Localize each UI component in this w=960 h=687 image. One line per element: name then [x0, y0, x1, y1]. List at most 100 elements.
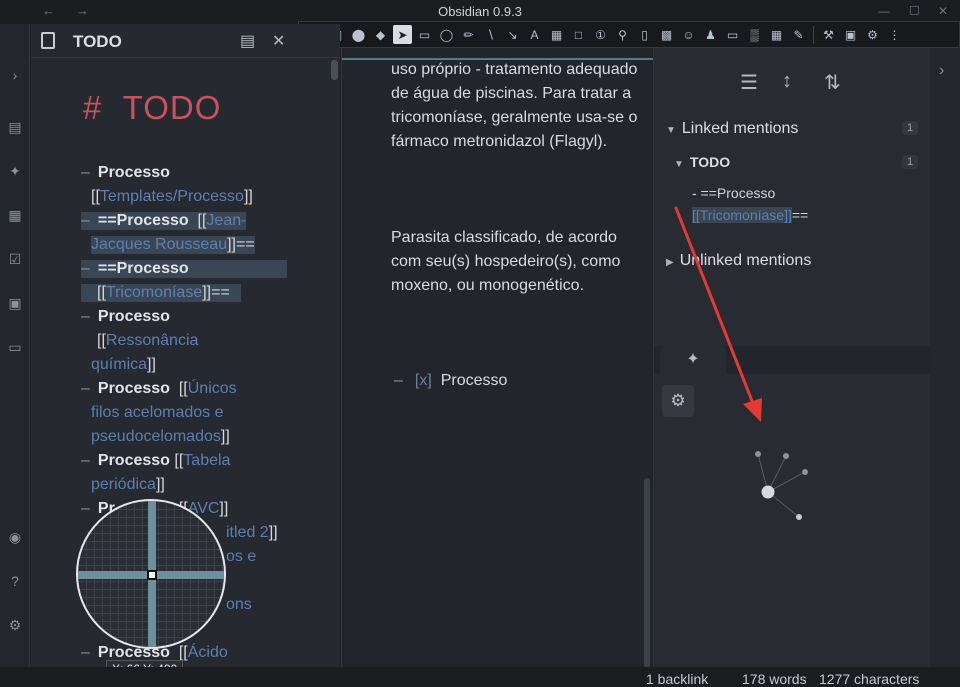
calendar-icon[interactable]: ☑ — [6, 250, 24, 268]
local-graph[interactable] — [654, 374, 931, 667]
image-icon[interactable]: ▩ — [657, 25, 676, 44]
grid-icon[interactable]: ▦ — [767, 25, 786, 44]
middle-scrollbar[interactable] — [644, 478, 650, 668]
toolbar-divider — [813, 25, 814, 44]
annotation-toolbar: ⋮ ▣ ⬤ ◆ ➤ ▭ ◯ ✏ ∖ ↘ A ▦ □ ① ⚲ ▯ ▩ ☺ ♟ ▭ … — [298, 21, 960, 48]
list-item: – ==Processo — [81, 260, 287, 278]
pane-header: TODO ▤ ✕ — [31, 24, 340, 58]
window-title: Obsidian 0.9.3 — [438, 4, 522, 19]
graph-tab[interactable]: ✦ — [660, 346, 726, 374]
more-icon[interactable]: ⋮ — [885, 25, 904, 44]
templates-icon[interactable]: ▣ — [6, 294, 24, 312]
internal-link[interactable]: [[Tricomoníase]] — [692, 207, 792, 223]
text-icon[interactable]: A — [525, 25, 544, 44]
blur-icon[interactable]: ▒ — [745, 25, 764, 44]
internal-link[interactable]: Templates/Processo — [100, 188, 244, 205]
collapse-triangle-icon: ▼ — [666, 125, 676, 136]
list-item: – Processo — [81, 164, 170, 181]
linked-mentions-header[interactable]: ▼ Linked mentions — [666, 120, 798, 138]
left-scrollbar[interactable] — [331, 60, 338, 80]
text-box-icon[interactable]: ▦ — [547, 25, 566, 44]
list-item: [[Tricomoníase]]== — [81, 284, 241, 302]
close-window-icon[interactable]: ✕ — [938, 4, 948, 18]
marker-icon[interactable]: ✎ — [789, 25, 808, 44]
middle-editor-pane[interactable]: uso próprio - tratamento adequado de águ… — [341, 48, 653, 668]
internal-link[interactable]: Únicos — [188, 380, 237, 397]
counter-icon[interactable]: ① — [591, 25, 610, 44]
list-item: – Processo — [81, 308, 170, 325]
magnifier-loupe — [76, 499, 226, 649]
highlight-icon[interactable]: ▯ — [635, 25, 654, 44]
list-item: periódica]] — [91, 476, 165, 493]
task-item: – [x] Processo — [394, 372, 508, 389]
maximize-icon[interactable]: ☐ — [909, 4, 920, 18]
internal-link[interactable]: Jacques Rousseau — [91, 236, 227, 253]
unlinked-mentions-header[interactable]: ▶ Unlinked mentions — [666, 252, 811, 270]
settings-icon[interactable]: ⚙ — [863, 25, 882, 44]
backlink-count[interactable]: 1 backlink — [646, 671, 708, 687]
graph-node[interactable] — [755, 451, 761, 457]
graph-node[interactable] — [783, 453, 789, 459]
list-item: itled 2]] — [226, 524, 278, 541]
character-count: 1277 characters — [819, 671, 920, 687]
list-item: Jacques Rousseau]]== — [91, 236, 255, 254]
internal-link[interactable]: Ressonância — [106, 332, 199, 349]
ellipse-icon[interactable]: ◯ — [437, 25, 456, 44]
tools-icon[interactable]: ⚒ — [819, 25, 838, 44]
line-icon[interactable]: ∖ — [481, 25, 500, 44]
expand-right-sidebar-icon[interactable]: › — [939, 62, 944, 80]
collapse-triangle-icon: ▼ — [674, 159, 684, 170]
pointer-icon[interactable]: ➤ — [393, 25, 412, 44]
pen-icon[interactable]: ✏ — [459, 25, 478, 44]
note-heading: # TODO — [83, 89, 222, 126]
paragraph-text: Parasita classificado, de acordo com seu… — [391, 229, 621, 294]
list-item: ons — [226, 596, 252, 613]
list-item: – ==Processo [[Jean- — [81, 212, 247, 230]
emoji-icon[interactable]: ☺ — [679, 25, 698, 44]
archive-icon[interactable]: ▭ — [6, 338, 24, 356]
list-item: química]] — [91, 356, 156, 373]
graph-node[interactable] — [796, 514, 802, 520]
callout-icon[interactable]: □ — [569, 25, 588, 44]
reading-mode-icon[interactable]: ▤ — [240, 31, 255, 51]
list-item: os e — [226, 548, 257, 565]
freeform-capture-icon[interactable]: ◆ — [371, 25, 390, 44]
expand-sidebar-icon[interactable]: › — [6, 66, 24, 84]
rectangle-icon[interactable]: ▭ — [415, 25, 434, 44]
internal-link[interactable]: Tricomoníase — [106, 284, 202, 301]
settings-gear-icon[interactable]: ⚙ — [6, 616, 24, 634]
crosshair-center — [147, 570, 157, 580]
internal-link[interactable]: Jean- — [206, 212, 246, 229]
help-icon[interactable]: ? — [6, 572, 24, 590]
expand-triangle-icon: ▶ — [666, 257, 674, 268]
list-view-icon[interactable]: ☰ — [740, 70, 758, 95]
internal-link[interactable]: Tabela — [183, 452, 230, 469]
magnifier-icon[interactable]: ⚲ — [613, 25, 632, 44]
internal-link[interactable]: Ácido — [188, 644, 228, 661]
mention-snippet[interactable]: - ==Processo [[Tricomoníase]]== — [692, 182, 808, 226]
graph-view-icon[interactable]: ✦ — [6, 162, 24, 180]
stamp-icon[interactable]: ♟ — [701, 25, 720, 44]
output-icon[interactable]: ▣ — [841, 25, 860, 44]
word-count: 178 words — [742, 671, 807, 687]
ellipse-capture-icon[interactable]: ⬤ — [349, 25, 368, 44]
list-item: – Processo [[Únicos — [81, 380, 237, 397]
arrow-tool-icon[interactable]: ↘ — [503, 25, 522, 44]
sort-icon[interactable]: ⇅ — [824, 70, 841, 95]
graph-tab-bar: ✦ — [654, 346, 931, 374]
backlink-file[interactable]: ▼ TODO — [674, 154, 730, 170]
graph-node[interactable] — [802, 469, 808, 475]
close-pane-icon[interactable]: ✕ — [272, 31, 285, 51]
open-note-icon[interactable]: ▤ — [6, 118, 24, 136]
eraser-icon[interactable]: ▭ — [723, 25, 742, 44]
plugins-icon[interactable]: ▦ — [6, 206, 24, 224]
graph-icon: ✦ — [686, 351, 700, 368]
vault-icon[interactable]: ◉ — [6, 528, 24, 546]
status-bar: 1 backlink 178 words 1277 characters — [0, 667, 960, 687]
minimize-icon[interactable]: — — [878, 4, 890, 18]
backlinks-pane: ☰ ↕ ⇅ ▼ Linked mentions 1 ▼ TODO 1 - ==Pro… — [653, 48, 931, 667]
expand-icon[interactable]: ↕ — [782, 70, 792, 93]
task-checkbox[interactable]: [x] — [415, 372, 432, 389]
graph-node-current[interactable] — [761, 485, 775, 499]
left-ribbon: › ▤ ✦ ▦ ☑ ▣ ▭ ◉ ? ⚙ — [0, 24, 30, 667]
